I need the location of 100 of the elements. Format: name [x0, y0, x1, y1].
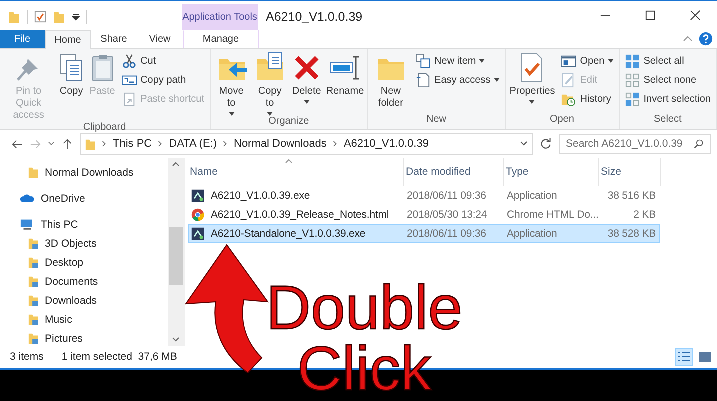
search-field[interactable]: Search A6210_V1.0.0.39 [559, 134, 711, 154]
column-header[interactable]: Date modified [404, 158, 504, 186]
breadcrumb[interactable]: A6210_V1.0.0.39 [344, 138, 429, 150]
caret-icon [529, 100, 536, 104]
file-size: 38 528 KB [606, 228, 657, 240]
maximize-icon[interactable] [645, 10, 656, 21]
file-date: 2018/05/30 13:24 [406, 208, 488, 220]
file-size: 38 516 KB [606, 190, 657, 202]
selection-info: 1 item selected 37,6 MB [62, 351, 178, 363]
back-icon[interactable] [12, 138, 23, 150]
ribbon-tab[interactable]: Home [45, 30, 91, 49]
folder-icon [28, 237, 39, 250]
ribbon-button[interactable]: Delete [290, 49, 324, 116]
sort-caret-icon [285, 159, 293, 164]
dropdown-icon[interactable] [72, 13, 80, 21]
group-label: Open [548, 114, 576, 127]
nav-item[interactable]: Desktop [0, 253, 168, 272]
dropdown-icon[interactable] [520, 141, 528, 147]
document-check-icon[interactable] [34, 10, 47, 24]
scroll-down-icon[interactable] [172, 337, 180, 342]
large-icons-view-icon [698, 351, 712, 363]
scrollbar[interactable] [168, 158, 184, 346]
close-icon[interactable] [690, 10, 701, 21]
file-date: 2018/06/11 09:36 [406, 190, 488, 202]
ribbon-tab[interactable]: Manage [183, 30, 259, 48]
ribbon-command[interactable]: History [558, 90, 617, 108]
group-label: Select [652, 114, 683, 127]
window-title: A6210_V1.0.0.39 [266, 9, 363, 26]
address-bar[interactable]: This PC DATA (E:) Normal Downloads A6210_V1.0.0.39 [80, 133, 533, 155]
select-none-icon [624, 72, 640, 88]
folder-icon [28, 313, 39, 326]
ribbon-command[interactable]: Easy access [412, 71, 503, 89]
ribbon-command[interactable]: Copy path [118, 71, 208, 89]
search-icon [694, 139, 704, 149]
nav-item[interactable]: This PC [0, 215, 168, 234]
group-label: New [425, 114, 448, 127]
scroll-up-icon[interactable] [172, 162, 180, 167]
file-row[interactable]: A6210_V1.0.0.39_Release_Notes.html 2018/05/30 13:24 Chrome HTML Do... 2 KB [188, 205, 660, 224]
ribbon-button[interactable]: Rename [325, 49, 366, 116]
breadcrumb[interactable]: This PC [113, 138, 152, 150]
computer-icon [20, 218, 35, 231]
ribbon-button[interactable]: Move to [212, 49, 251, 116]
ribbon-tab[interactable]: File [0, 30, 45, 48]
file-name: A6210_V1.0.0.39_Release_Notes.html [211, 208, 390, 220]
pencil-icon [561, 72, 576, 88]
scissors-icon [122, 54, 137, 68]
column-header[interactable]: Type [504, 158, 599, 186]
column-header[interactable]: Size [599, 158, 661, 186]
file-row[interactable]: A6210_V1.0.0.39.exe 2018/06/11 09:36 Application 38 516 KB [188, 186, 660, 205]
caret-icon [304, 100, 310, 104]
up-arrow-icon[interactable] [62, 138, 73, 150]
nav-item[interactable]: 3D Objects [0, 234, 168, 253]
tricolor-circle-icon [191, 208, 205, 222]
item-count: 3 items [10, 351, 44, 363]
document-icon [416, 72, 431, 88]
file-date: 2018/06/11 09:36 [406, 228, 488, 240]
nav-item[interactable]: Documents [0, 272, 168, 291]
ribbon-button[interactable]: Properties [508, 49, 558, 114]
caret-icon [479, 59, 486, 63]
group-label: Organize [268, 116, 310, 129]
collapse-ribbon-icon[interactable] [683, 36, 693, 42]
nav-item[interactable]: OneDrive [0, 189, 168, 208]
folder-icon [28, 332, 39, 345]
refresh-icon[interactable] [540, 138, 552, 150]
application-icon [191, 226, 205, 240]
chevron-icon [223, 140, 228, 148]
ribbon-button[interactable]: Copy [56, 49, 87, 122]
folder-icon [85, 138, 96, 150]
shortcut-icon [122, 92, 137, 106]
view-button[interactable] [675, 348, 693, 366]
ribbon-button[interactable]: Copy to [252, 49, 289, 116]
ribbon-command[interactable]: New item [412, 52, 503, 70]
help-icon[interactable] [699, 32, 713, 46]
cloud-icon [20, 192, 35, 205]
new-item-icon [416, 54, 431, 68]
chevron-icon [158, 140, 164, 148]
breadcrumb[interactable]: Normal Downloads [234, 138, 327, 150]
nav-item[interactable]: Pictures [0, 329, 168, 348]
ribbon-command[interactable]: Select all [622, 52, 714, 70]
contextual-tab-header: Application Tools [182, 4, 258, 30]
ribbon-command[interactable]: Open [558, 52, 617, 70]
ribbon-button[interactable]: New folder [370, 49, 412, 114]
nav-item[interactable]: Normal Downloads [0, 163, 168, 182]
nav-item[interactable]: Downloads [0, 291, 168, 310]
file-row[interactable]: A6210-Standalone_V1.0.0.39.exe 2018/06/11 09:36 Application 38 528 KB [188, 224, 660, 243]
chevron-icon [332, 140, 338, 148]
ribbon-command[interactable]: Cut [118, 52, 208, 70]
details-view-icon [677, 351, 691, 363]
breadcrumb[interactable]: DATA (E:) [169, 138, 217, 150]
file-type: Application [506, 190, 558, 202]
caret-icon [228, 112, 235, 116]
file-name: A6210_V1.0.0.39.exe [211, 190, 310, 202]
ribbon-command[interactable]: Select none [622, 71, 714, 89]
ribbon-command[interactable]: Invert selection [622, 90, 714, 108]
column-header[interactable]: Name [188, 158, 404, 186]
folder-icon [28, 256, 39, 269]
window-icon [561, 54, 576, 68]
nav-item[interactable]: Music [0, 310, 168, 329]
invert-selection-icon [624, 92, 640, 106]
folder-icon [28, 294, 39, 307]
